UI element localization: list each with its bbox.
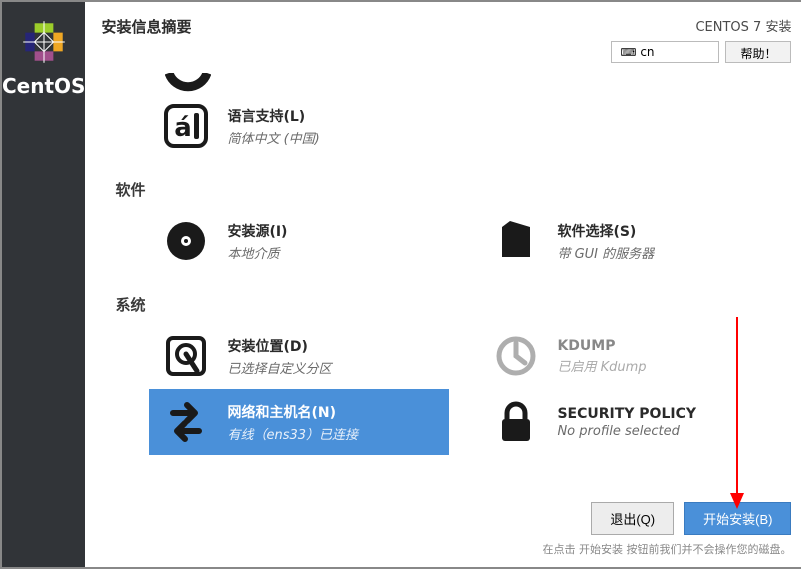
begin-installation-button[interactable]: 开始安装(B) xyxy=(684,502,791,535)
spoke-title: 软件选择(S) xyxy=(557,221,654,241)
disk-icon xyxy=(163,333,209,379)
quit-button[interactable]: 退出(Q) xyxy=(591,502,674,535)
help-button[interactable]: 帮助！ xyxy=(725,41,791,63)
keyboard-layout-selector[interactable]: ⌨ cn xyxy=(611,41,719,63)
category-system: 系统 xyxy=(115,294,779,315)
category-software: 软件 xyxy=(115,179,779,200)
page-title: 安装信息摘要 xyxy=(101,16,191,37)
lock-icon xyxy=(493,399,539,445)
footer: 退出(Q) 开始安装(B) 在点击 开始安装 按钮前我们并不会操作您的磁盘。 xyxy=(85,494,801,567)
content-area: á 语言支持(L) 简体中文 (中国) 软件 安装 xyxy=(85,63,801,494)
kdump-spoke[interactable]: KDUMP 已启用 Kdump xyxy=(479,323,779,389)
spoke-subtitle: No profile selected xyxy=(557,424,696,439)
footer-hint: 在点击 开始安装 按钮前我们并不会操作您的磁盘。 xyxy=(542,541,791,557)
security-policy-spoke[interactable]: SECURITY POLICY No profile selected xyxy=(479,389,779,455)
disc-icon xyxy=(163,218,209,264)
software-selection-spoke[interactable]: 软件选择(S) 带 GUI 的服务器 xyxy=(479,208,779,274)
installer-name: CENTOS 7 安装 xyxy=(611,16,791,35)
installation-source-spoke[interactable]: 安装源(I) 本地介质 xyxy=(149,208,449,274)
package-icon xyxy=(493,218,539,264)
header: 安装信息摘要 CENTOS 7 安装 ⌨ cn 帮助！ xyxy=(85,2,801,63)
language-icon: á xyxy=(163,103,209,149)
kdump-icon xyxy=(493,333,539,379)
spoke-title: 网络和主机名(N) xyxy=(227,402,358,422)
spoke-title: 安装源(I) xyxy=(227,221,287,241)
spoke-subtitle: 已启用 Kdump xyxy=(557,356,646,375)
sidebar: CentOS xyxy=(2,2,85,567)
installation-destination-spoke[interactable]: 安装位置(D) 已选择自定义分区 xyxy=(149,323,449,389)
network-icon xyxy=(163,399,209,445)
layout-code: cn xyxy=(640,45,654,59)
spoke-subtitle: 带 GUI 的服务器 xyxy=(557,243,654,262)
svg-text:á: á xyxy=(175,113,193,143)
network-hostname-spoke[interactable]: 网络和主机名(N) 有线（ens33）已连接 xyxy=(149,389,449,455)
spoke-title: KDUMP xyxy=(557,338,646,354)
spoke-subtitle: 本地介质 xyxy=(227,243,287,262)
spoke-title: 安装位置(D) xyxy=(227,336,331,356)
keyboard-icon: ⌨ xyxy=(620,46,636,59)
spoke-title: SECURITY POLICY xyxy=(557,406,696,422)
spoke-subtitle: 已选择自定义分区 xyxy=(227,358,331,377)
partial-disc-icon xyxy=(165,73,779,93)
spoke-subtitle: 有线（ens33）已连接 xyxy=(227,424,358,443)
centos-logo-icon xyxy=(18,16,70,68)
spoke-title: 语言支持(L) xyxy=(227,106,319,126)
brand-name: CentOS xyxy=(2,74,85,98)
language-support-spoke[interactable]: á 语言支持(L) 简体中文 (中国) xyxy=(149,93,449,159)
spoke-subtitle: 简体中文 (中国) xyxy=(227,128,319,147)
